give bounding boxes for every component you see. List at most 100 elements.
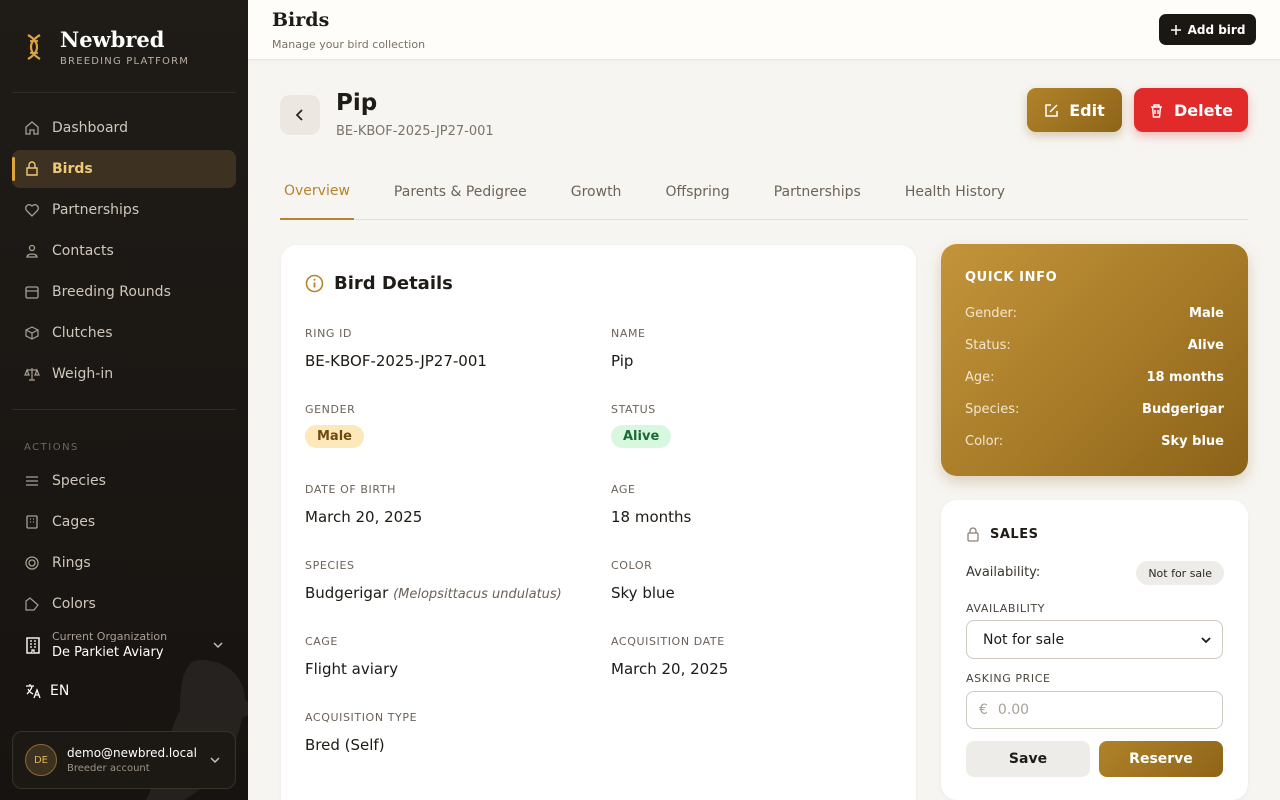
nav-item-clutches[interactable]: Clutches: [12, 314, 236, 352]
field-label: GENDER: [305, 403, 356, 416]
plus-icon: [1170, 24, 1181, 35]
field-species: SPECIES Budgerigar (Melopsittacus undula…: [305, 559, 562, 602]
scale-icon: [24, 368, 40, 381]
nav-item-partnerships[interactable]: Partnerships: [12, 191, 236, 229]
field-label: CAGE: [305, 635, 338, 648]
field-value: March 20, 2025: [611, 660, 729, 678]
sales-title: SALES: [990, 527, 1039, 542]
field-date-of-birth: DATE OF BIRTH March 20, 2025: [305, 483, 422, 526]
quick-info-key: Species:: [965, 402, 1020, 417]
quick-info-key: Color:: [965, 434, 1004, 449]
nav-item-species[interactable]: Species: [12, 462, 236, 500]
field-label: AGE: [611, 483, 636, 496]
field-value: Pip: [611, 352, 634, 370]
field-acquisition-type: ACQUISITION TYPE Bred (Self): [305, 711, 417, 754]
bird-name: Pip: [336, 90, 378, 116]
dna-logo-icon: [27, 33, 41, 60]
topbar: Birds Manage your bird collection Add bi…: [248, 0, 1280, 60]
ring-icon: [25, 556, 39, 570]
delete-button[interactable]: Delete: [1134, 88, 1248, 132]
chevron-down-icon: [210, 757, 220, 764]
quick-info-row: Species: Budgerigar: [965, 402, 1224, 417]
nav-item-breeding-rounds[interactable]: Breeding Rounds: [12, 273, 236, 311]
nav-item-cages[interactable]: Cages: [12, 503, 236, 541]
field-value: Budgerigar (Melopsittacus undulatus): [305, 584, 562, 602]
sidebar-divider: [12, 409, 236, 410]
quick-info-value: Male: [1189, 306, 1224, 321]
field-label: ACQUISITION DATE: [611, 635, 725, 648]
quick-info-value: Sky blue: [1161, 434, 1224, 449]
add-bird-label: Add bird: [1187, 22, 1246, 37]
building-icon: [26, 637, 40, 654]
quick-info-value: Budgerigar: [1142, 402, 1224, 417]
availability-select[interactable]: Not for sale: [966, 620, 1223, 659]
tab-parents-pedigree[interactable]: Parents & Pedigree: [390, 172, 531, 220]
brand[interactable]: Newbred BREEDING PLATFORM: [24, 26, 189, 67]
page-subtitle: Manage your bird collection: [272, 38, 426, 51]
heart-icon: [25, 204, 39, 217]
calendar-icon: [25, 286, 39, 299]
nav-section-label: ACTIONS: [24, 442, 79, 453]
home-icon: [25, 121, 39, 135]
availability-badge: Not for sale: [1136, 561, 1224, 585]
user-email: demo@newbred.local: [67, 746, 197, 760]
nav-label: Weigh-in: [52, 366, 114, 382]
quick-info-title: QUICK INFO: [965, 270, 1058, 285]
nav-item-weigh-in[interactable]: Weigh-in: [12, 355, 236, 393]
nav-item-contacts[interactable]: Contacts: [12, 232, 236, 270]
org-label: Current Organization: [52, 630, 168, 643]
field-value: March 20, 2025: [305, 508, 423, 526]
edit-button[interactable]: Edit: [1027, 88, 1122, 132]
nav-item-rings[interactable]: Rings: [12, 544, 236, 582]
field-label: ACQUISITION TYPE: [305, 711, 418, 724]
back-button[interactable]: [280, 95, 320, 135]
grid-icon: [26, 515, 38, 529]
field-label: DATE OF BIRTH: [305, 483, 397, 496]
tab-partnerships[interactable]: Partnerships: [770, 172, 865, 220]
brand-title: Newbred: [60, 27, 165, 52]
tab-offspring[interactable]: Offspring: [661, 172, 733, 220]
bird-ring-id: BE-KBOF-2025-JP27-001: [336, 124, 494, 139]
field-label: RING ID: [305, 327, 353, 340]
nav-label: Partnerships: [52, 202, 140, 218]
field-status: STATUS Alive: [611, 403, 672, 448]
tab-overview[interactable]: Overview: [280, 172, 354, 220]
tab-growth[interactable]: Growth: [567, 172, 626, 220]
nav-item-colors[interactable]: Colors: [12, 585, 236, 623]
chevron-down-icon: [213, 642, 223, 649]
field-name: NAME Pip: [611, 327, 646, 370]
currency-symbol: €: [979, 702, 988, 718]
sidebar: Newbred BREEDING PLATFORM Dashboard Bird…: [0, 0, 248, 800]
quick-info-row: Age: 18 months: [965, 370, 1224, 385]
box-icon: [25, 326, 39, 340]
quick-info-card: QUICK INFO Gender: Male Status: Alive Age:…: [941, 244, 1248, 476]
save-button[interactable]: Save: [966, 741, 1090, 777]
add-bird-button[interactable]: Add bird: [1159, 14, 1256, 45]
field-label: SPECIES: [305, 559, 355, 572]
info-icon: [305, 274, 324, 293]
actions-nav: Species Cages Rings Colors: [12, 462, 236, 626]
palette-icon: [25, 597, 39, 611]
delete-label: Delete: [1174, 100, 1233, 120]
status-badge: Alive: [611, 425, 672, 448]
asking-price-input[interactable]: € 0.00: [966, 691, 1223, 729]
nav-label: Breeding Rounds: [52, 284, 171, 300]
org-switcher[interactable]: Current Organization De Parkiet Aviary: [24, 630, 224, 660]
nav-item-birds[interactable]: Birds: [12, 150, 236, 188]
nav-label: Colors: [52, 596, 96, 612]
translate-icon: [26, 684, 41, 699]
nav-item-dashboard[interactable]: Dashboard: [12, 109, 236, 147]
field-gender: GENDER Male: [305, 403, 364, 448]
language-switcher[interactable]: EN: [24, 682, 69, 700]
user-role: Breeder account: [67, 763, 150, 774]
reserve-button[interactable]: Reserve: [1099, 741, 1223, 777]
tab-bar: Overview Parents & Pedigree Growth Offsp…: [280, 172, 1248, 220]
user-menu[interactable]: DE demo@newbred.local Breeder account: [12, 731, 236, 789]
field-value: BE-KBOF-2025-JP27-001: [305, 352, 487, 370]
nav-label: Cages: [52, 514, 96, 530]
tab-health-history[interactable]: Health History: [901, 172, 1009, 220]
quick-info-value: 18 months: [1146, 370, 1224, 385]
page-title: Birds: [272, 9, 330, 31]
availability-value: Not for sale: [983, 631, 1065, 648]
bird-icon: [26, 161, 38, 176]
